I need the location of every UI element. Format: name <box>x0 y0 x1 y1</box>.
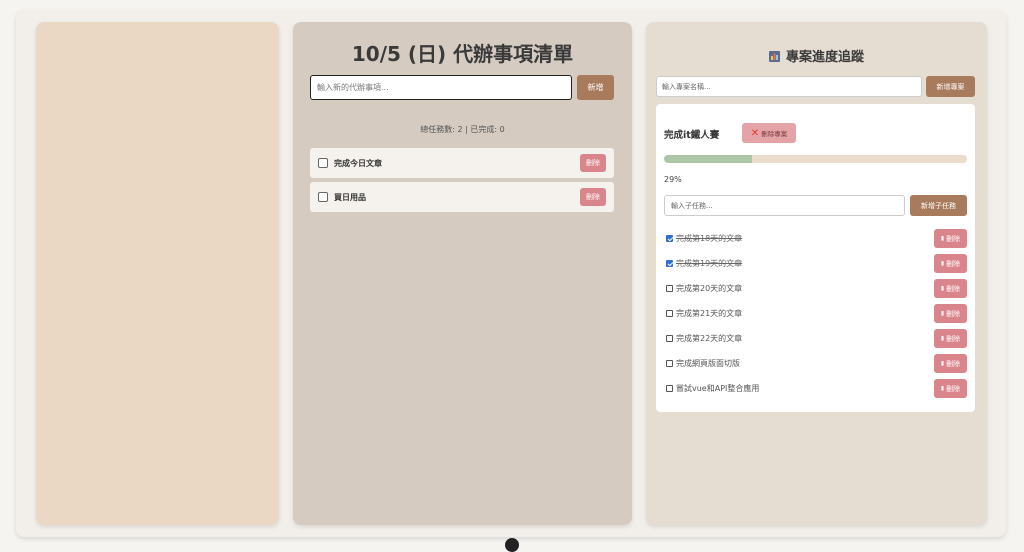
subtask-item: 完成第19天的文章 ▮ 刪除 <box>664 251 967 276</box>
delete-subtask-button[interactable]: ▮ 刪除 <box>934 254 967 273</box>
delete-todo-button[interactable]: 刪除 <box>580 188 606 206</box>
left-panel <box>36 22 279 525</box>
trash-icon: ▮ <box>940 235 945 242</box>
delete-subtask-label: 刪除 <box>946 259 961 268</box>
delete-subtask-button[interactable]: ▮ 刪除 <box>934 304 967 323</box>
delete-subtask-button[interactable]: ▮ 刪除 <box>934 229 967 248</box>
subtask-item: 完成網頁版面切版 ▮ 刪除 <box>664 351 967 376</box>
subtask-label: 嘗試vue和API整合應用 <box>676 384 760 393</box>
subtask-item: 完成第18天的文章 ▮ 刪除 <box>664 226 967 251</box>
subtask-label: 完成第18天的文章 <box>676 234 743 243</box>
todo-item: 完成今日文章 刪除 <box>310 148 614 178</box>
progress-percent: 29% <box>664 175 682 184</box>
subtask-checkbox[interactable] <box>666 285 673 292</box>
project-panel-title: 專案進度追蹤 <box>646 46 987 66</box>
delete-todo-button[interactable]: 刪除 <box>580 154 606 172</box>
todo-stats: 總任務數: 2 | 已完成: 0 <box>420 125 505 134</box>
delete-project-label: 刪除專案 <box>761 130 788 138</box>
delete-subtask-label: 刪除 <box>946 234 961 243</box>
trash-icon: ▮ <box>940 360 945 367</box>
subtask-input[interactable] <box>664 195 905 216</box>
progress-bar <box>664 155 967 163</box>
add-project-button[interactable]: 新增專案 <box>926 76 975 97</box>
todo-checkbox[interactable] <box>318 158 328 168</box>
subtask-checkbox[interactable] <box>666 260 673 267</box>
trash-icon: ▮ <box>940 260 945 267</box>
project-name: 完成it鐵人賽 <box>664 130 720 141</box>
delete-project-button[interactable]: ✕ 刪除專案 <box>742 123 796 143</box>
add-todo-button[interactable]: 新增 <box>577 75 614 100</box>
subtask-label: 完成網頁版面切版 <box>676 359 740 368</box>
todo-panel: 10/5 (日) 代辦事項清單 新增 總任務數: 2 | 已完成: 0 完成今日… <box>293 22 632 525</box>
subtask-list: 完成第18天的文章 ▮ 刪除 完成第19天的文章 ▮ 刪除 完成第20天的文章 ▮ 刪… <box>664 226 967 401</box>
subtask-label: 完成第19天的文章 <box>676 259 743 268</box>
todo-list: 完成今日文章 刪除 買日用品 刪除 <box>310 148 614 216</box>
trash-icon: ▮ <box>940 310 945 317</box>
subtask-checkbox[interactable] <box>666 385 673 392</box>
delete-subtask-label: 刪除 <box>946 334 961 343</box>
subtask-label: 完成第20天的文章 <box>676 284 743 293</box>
delete-subtask-label: 刪除 <box>946 309 961 318</box>
todo-title: 10/5 (日) 代辦事項清單 <box>351 42 574 66</box>
delete-subtask-button[interactable]: ▮ 刪除 <box>934 329 967 348</box>
subtask-item: 完成第22天的文章 ▮ 刪除 <box>664 326 967 351</box>
close-icon: ✕ <box>750 127 760 139</box>
progress-bar-fill <box>664 155 752 163</box>
project-panel-title-text: 專案進度追蹤 <box>785 50 864 65</box>
bar-chart-icon <box>768 51 780 66</box>
todo-input[interactable] <box>310 75 572 100</box>
trash-icon: ▮ <box>940 285 945 292</box>
project-name-input[interactable] <box>656 76 922 97</box>
todo-checkbox[interactable] <box>318 192 328 202</box>
delete-subtask-button[interactable]: ▮ 刪除 <box>934 354 967 373</box>
subtask-item: 完成第21天的文章 ▮ 刪除 <box>664 301 967 326</box>
delete-subtask-label: 刪除 <box>946 384 961 393</box>
subtask-checkbox[interactable] <box>666 310 673 317</box>
delete-subtask-label: 刪除 <box>946 359 961 368</box>
subtask-checkbox[interactable] <box>666 335 673 342</box>
project-panel: 專案進度追蹤 新增專案 完成it鐵人賽 ✕刪除專案 29% 新增子任務 完成第1… <box>646 22 987 525</box>
todo-item: 買日用品 刪除 <box>310 182 614 212</box>
app-frame: 10/5 (日) 代辦事項清單 新增 總任務數: 2 | 已完成: 0 完成今日… <box>16 10 1006 537</box>
subtask-checkbox[interactable] <box>666 235 673 242</box>
delete-subtask-button[interactable]: ▮ 刪除 <box>934 279 967 298</box>
scroll-indicator <box>505 538 519 552</box>
project-card: 完成it鐵人賽 ✕刪除專案 29% 新增子任務 完成第18天的文章 ▮刪除 完成… <box>656 104 975 412</box>
subtask-item: 嘗試vue和API整合應用 ▮ 刪除 <box>664 376 967 401</box>
trash-icon: ▮ <box>940 335 945 342</box>
delete-subtask-button[interactable]: ▮ 刪除 <box>934 379 967 398</box>
subtask-label: 完成第21天的文章 <box>676 309 743 318</box>
delete-subtask-label: 刪除 <box>946 284 961 293</box>
subtask-item: 完成第20天的文章 ▮ 刪除 <box>664 276 967 301</box>
todo-item-label: 完成今日文章 <box>334 158 382 168</box>
add-subtask-button[interactable]: 新增子任務 <box>910 195 967 216</box>
trash-icon: ▮ <box>940 385 945 392</box>
todo-item-label: 買日用品 <box>334 192 366 202</box>
subtask-label: 完成第22天的文章 <box>676 334 743 343</box>
subtask-checkbox[interactable] <box>666 360 673 367</box>
